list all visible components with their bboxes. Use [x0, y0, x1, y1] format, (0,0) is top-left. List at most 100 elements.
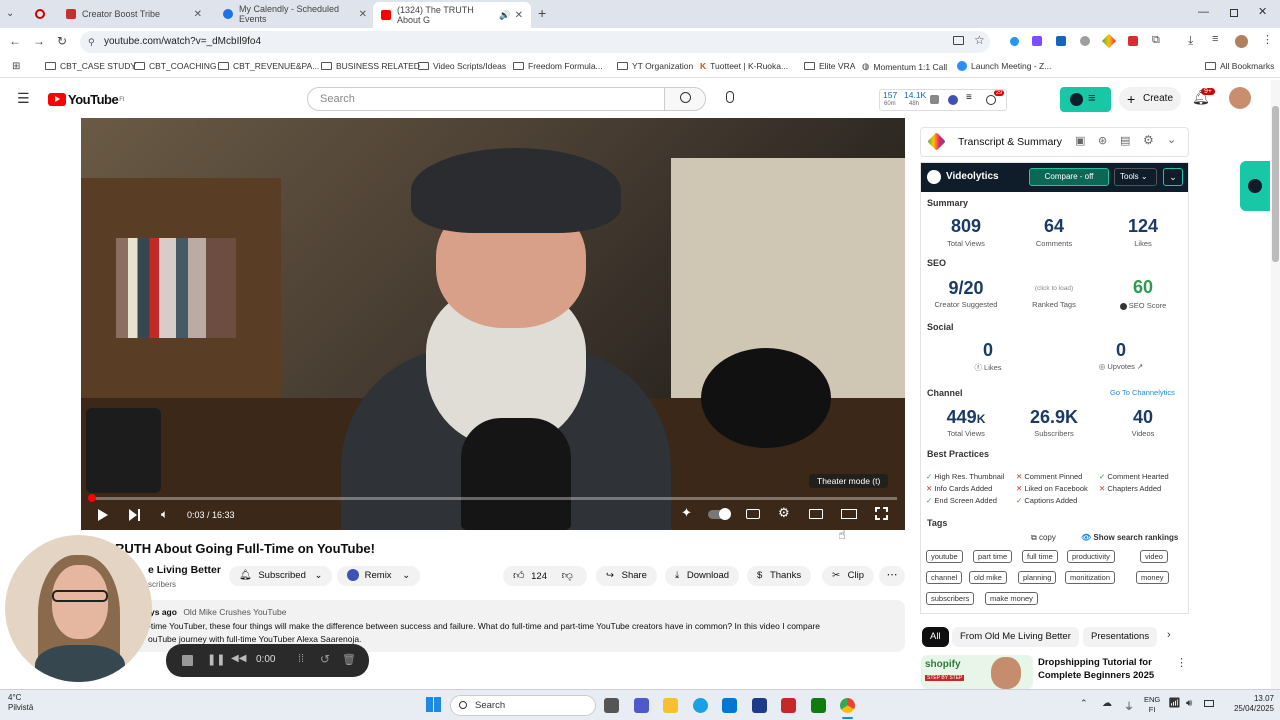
- youtube-logo[interactable]: YouTube FI: [48, 92, 125, 107]
- settings-gear-icon[interactable]: ⚙: [1143, 133, 1154, 147]
- ai-sparkle-icon[interactable]: ✦: [681, 505, 692, 521]
- file-explorer-icon[interactable]: [663, 698, 678, 713]
- thanks-button[interactable]: $ Thanks: [747, 566, 812, 586]
- avatar[interactable]: [1229, 87, 1251, 109]
- stats-widget[interactable]: 157 60m 14.1K 48h ≡ 29: [879, 89, 1007, 111]
- cloud-icon[interactable]: ☁: [1102, 698, 1112, 709]
- compare-button[interactable]: Compare - off: [1029, 168, 1109, 186]
- bookmark-item[interactable]: CBT_COACHING: [134, 61, 217, 71]
- play-button[interactable]: [98, 509, 108, 521]
- create-button[interactable]: + Create: [1119, 87, 1181, 111]
- usb-icon[interactable]: ⏚: [1124, 698, 1134, 713]
- all-bookmarks[interactable]: All Bookmarks: [1205, 61, 1274, 71]
- bookmark-item[interactable]: CBT_CASE STUDY: [45, 61, 136, 71]
- store-icon[interactable]: [722, 698, 737, 713]
- grid-icon[interactable]: ⁞⁞: [298, 653, 304, 665]
- tab-youtube[interactable]: (1324) The TRUTH About G 🔊 ✕: [373, 2, 531, 28]
- task-view-icon[interactable]: [604, 698, 619, 713]
- speaker-icon[interactable]: 🔊: [499, 10, 510, 21]
- tag-chip[interactable]: monitization: [1065, 571, 1116, 584]
- videolytics-side-button[interactable]: [1240, 161, 1270, 211]
- url-input[interactable]: ⚲ youtube.com/watch?v=_dMcbIl9fo4: [80, 31, 990, 53]
- clip-button[interactable]: ✂ Clip: [822, 566, 874, 586]
- restore-icon[interactable]: [1230, 9, 1238, 17]
- chrome-icon[interactable]: [840, 698, 855, 713]
- settings-gear-icon[interactable]: ⚙: [778, 505, 790, 521]
- tag-chip[interactable]: full time: [1022, 550, 1058, 563]
- wifi-icon[interactable]: 📶︎: [1168, 698, 1181, 709]
- minimize-icon[interactable]: —: [1198, 6, 1209, 18]
- fullscreen-icon[interactable]: [875, 507, 888, 520]
- tag-chip[interactable]: productivity: [1067, 550, 1115, 563]
- progress-bar[interactable]: [91, 497, 897, 500]
- extensions-puzzle-icon[interactable]: ⧉: [1152, 34, 1160, 47]
- extension-icon-1[interactable]: [1010, 37, 1019, 46]
- tray-chevron-icon[interactable]: ⌃: [1080, 698, 1088, 709]
- chevron-right-icon[interactable]: ›: [1167, 629, 1171, 641]
- more-options-icon[interactable]: ⋮: [1176, 656, 1187, 669]
- channel-name[interactable]: e Living Better: [148, 564, 221, 576]
- bookmark-item[interactable]: Launch Meeting - Z...: [957, 61, 1051, 71]
- bookmark-item[interactable]: Freedom Formula...: [513, 61, 603, 71]
- menu-icon[interactable]: ⋮: [1262, 33, 1273, 46]
- download-icon[interactable]: ⤓: [1188, 33, 1193, 48]
- teams-icon[interactable]: [634, 698, 649, 713]
- bookmark-item[interactable]: BUSINESS RELATED: [321, 61, 420, 71]
- profile-avatar[interactable]: [1235, 35, 1248, 48]
- apps-icon[interactable]: ⊞: [12, 61, 20, 72]
- tab-creator-boost[interactable]: Creator Boost Tribe ✕: [58, 3, 210, 25]
- volume-icon[interactable]: 🔊︎: [1186, 698, 1192, 709]
- search-button[interactable]: [664, 87, 706, 111]
- chip-all[interactable]: All: [922, 627, 949, 647]
- window-close-icon[interactable]: ✕: [1258, 5, 1267, 18]
- collapse-button[interactable]: ⌄: [1163, 168, 1183, 186]
- bookmark-item[interactable]: Video Scripts/Ideas: [418, 61, 506, 71]
- tag-chip[interactable]: money: [1136, 571, 1169, 584]
- dislike-icon[interactable]: 👎︎: [562, 570, 573, 582]
- close-icon[interactable]: ✕: [359, 9, 367, 20]
- download-button[interactable]: ⤓ Download: [665, 566, 740, 586]
- tag-chip[interactable]: subscribers: [926, 592, 975, 605]
- trash-icon[interactable]: 🗑︎: [342, 653, 356, 666]
- restart-icon[interactable]: ↺: [320, 652, 330, 666]
- l-app-icon[interactable]: [752, 698, 767, 713]
- clock[interactable]: 13.07 25/04/2025: [1222, 694, 1274, 714]
- mcafee-icon[interactable]: [781, 698, 796, 713]
- captions-icon[interactable]: [746, 509, 760, 519]
- install-icon[interactable]: [953, 36, 964, 45]
- extension-icon-4[interactable]: [1080, 36, 1090, 46]
- tag-chip[interactable]: make money: [985, 592, 1038, 605]
- reload-icon[interactable]: ↻: [57, 34, 67, 48]
- videolytics-toggle-button[interactable]: ≡: [1060, 87, 1111, 112]
- extension-icon-5[interactable]: [1101, 33, 1117, 49]
- miniplayer-icon[interactable]: [809, 509, 823, 519]
- scrollbar-thumb[interactable]: [1272, 106, 1279, 262]
- seo-click-load[interactable]: (click to load): [1009, 285, 1099, 292]
- remix-button[interactable]: Remix ⌄: [337, 566, 421, 586]
- search-input[interactable]: Search: [307, 87, 665, 111]
- next-button[interactable]: [129, 509, 141, 521]
- tools-dropdown[interactable]: Tools ⌄: [1114, 168, 1157, 186]
- bookmark-item[interactable]: CBT_REVENUE&PA...: [218, 61, 319, 71]
- bookmark-item[interactable]: ◍ Momentum 1:1 Call: [862, 61, 947, 72]
- media-icon[interactable]: ≡: [1212, 33, 1218, 45]
- tab-calendly[interactable]: My Calendly - Scheduled Events ✕: [215, 3, 375, 25]
- bookmark-star-icon[interactable]: ☆: [974, 33, 985, 47]
- stop-icon[interactable]: [182, 655, 193, 666]
- tab-search-icon[interactable]: ⌄: [6, 8, 14, 19]
- hamburger-icon[interactable]: ☰: [17, 90, 30, 107]
- tag-chip[interactable]: channel: [926, 571, 963, 584]
- xbox-icon[interactable]: [811, 698, 826, 713]
- close-icon[interactable]: ✕: [515, 10, 523, 21]
- video-player[interactable]: Theater mode (t) 🔈︎ 0:03 / 16:33 ✦ ⚙: [81, 118, 905, 530]
- notes-icon[interactable]: ▤: [1120, 134, 1130, 147]
- show-search-rankings-button[interactable]: 👁︎ Show search rankings: [1081, 533, 1178, 542]
- video-icon[interactable]: ▣: [1075, 134, 1085, 147]
- language-indicator[interactable]: ENG FI: [1144, 695, 1160, 715]
- bookmark-item[interactable]: K Tuotteet | K-Ruoka...: [700, 61, 788, 71]
- bookmark-item[interactable]: Elite VRA: [804, 61, 855, 71]
- mic-icon[interactable]: [726, 91, 734, 103]
- taskbar-search[interactable]: Search: [450, 695, 596, 716]
- like-icon[interactable]: 👍︎: [513, 570, 525, 582]
- extension-icon-6[interactable]: [1128, 36, 1138, 46]
